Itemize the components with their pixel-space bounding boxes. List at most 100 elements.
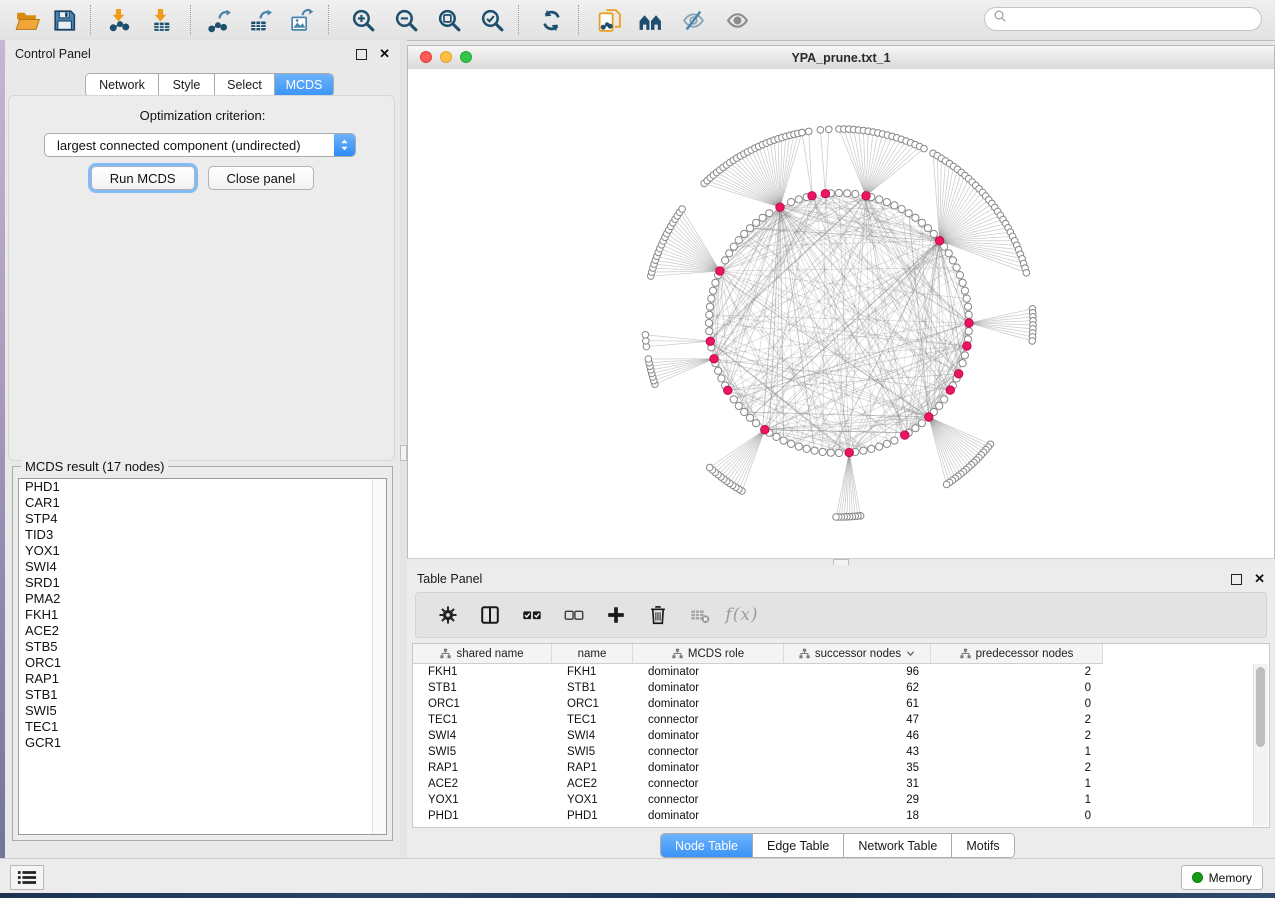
import-table-icon[interactable] [148,7,175,34]
column-header-MCDS-role[interactable]: MCDS role [633,644,784,664]
cell-name[interactable]: TEC1 [552,714,633,726]
mcds-result-node[interactable]: TID3 [19,527,386,543]
close-icon[interactable]: ✕ [1254,574,1265,584]
cell-name[interactable]: PHD1 [552,810,633,822]
mcds-result-node[interactable]: FKH1 [19,607,386,623]
mcds-result-node[interactable]: PMA2 [19,591,386,607]
mcds-hub-node[interactable] [901,431,909,439]
cell-name[interactable]: YOX1 [552,794,633,806]
mcds-result-node[interactable]: TEC1 [19,719,386,735]
cell-name[interactable]: SWI5 [552,746,633,758]
import-network-icon[interactable] [106,7,133,34]
cell-successor-nodes[interactable]: 96 [784,666,931,678]
column-header-name[interactable]: name [552,644,633,664]
cell-MCDS-role[interactable]: connector [633,714,784,726]
cell-shared-name[interactable]: SWI5 [413,746,552,758]
cell-successor-nodes[interactable]: 61 [784,698,931,710]
cell-MCDS-role[interactable]: connector [633,794,784,806]
cell-successor-nodes[interactable]: 29 [784,794,931,806]
zoom-out-icon[interactable] [393,7,420,34]
mcds-hub-node[interactable] [845,448,853,456]
first-neighbors-icon[interactable] [637,7,664,34]
memory-button[interactable]: Memory [1181,865,1263,890]
column-header-successor-nodes[interactable]: successor nodes [784,644,931,664]
table-row[interactable]: YOX1YOX1connector291 [413,792,1269,808]
close-window-icon[interactable] [420,51,432,63]
cell-predecessor-nodes[interactable]: 2 [931,666,1103,678]
cell-name[interactable]: FKH1 [552,666,633,678]
mcds-result-node[interactable]: SRD1 [19,575,386,591]
mcds-hub-node[interactable] [808,192,816,200]
column-header-shared-name[interactable]: shared name [413,644,552,664]
deselect-all-checkbox-icon[interactable] [562,603,586,627]
float-window-icon[interactable] [356,49,367,60]
mcds-result-node[interactable]: STP4 [19,511,386,527]
mcds-hub-node[interactable] [710,355,718,363]
tab-select[interactable]: Select [215,74,275,96]
result-list-scrollbar[interactable] [372,479,386,834]
export-table-icon[interactable] [247,7,274,34]
mcds-hub-node[interactable] [935,237,943,245]
mcds-hub-node[interactable] [963,342,971,350]
table-row[interactable]: ORC1ORC1dominator610 [413,696,1269,712]
mcds-hub-node[interactable] [862,192,870,200]
cell-MCDS-role[interactable]: dominator [633,762,784,774]
close-icon[interactable]: ✕ [379,49,390,59]
cell-predecessor-nodes[interactable]: 1 [931,778,1103,790]
cell-name[interactable]: STB1 [552,682,633,694]
mcds-result-node[interactable]: STB1 [19,687,386,703]
zoom-fit-icon[interactable] [436,7,463,34]
maximize-window-icon[interactable] [460,51,472,63]
cell-successor-nodes[interactable]: 46 [784,730,931,742]
mcds-result-node[interactable]: CAR1 [19,495,386,511]
table-scrollbar[interactable] [1253,664,1268,826]
mcds-result-node[interactable]: PHD1 [19,479,386,495]
cell-predecessor-nodes[interactable]: 1 [931,794,1103,806]
table-row[interactable]: RAP1RAP1dominator352 [413,760,1269,776]
open-file-icon[interactable] [14,7,41,34]
run-mcds-button[interactable]: Run MCDS [91,166,195,190]
mcds-hub-node[interactable] [965,319,973,327]
zoom-in-icon[interactable] [350,7,377,34]
mcds-hub-node[interactable] [946,386,954,394]
cell-MCDS-role[interactable]: dominator [633,810,784,822]
cell-successor-nodes[interactable]: 47 [784,714,931,726]
cell-successor-nodes[interactable]: 31 [784,778,931,790]
cell-predecessor-nodes[interactable]: 0 [931,682,1103,694]
mcds-hub-node[interactable] [955,370,963,378]
optimization-criterion-select[interactable]: largest connected component (undirected) [44,133,356,157]
cell-shared-name[interactable]: SWI4 [413,730,552,742]
hide-selected-icon[interactable] [680,7,707,34]
mcds-result-node[interactable]: ORC1 [19,655,386,671]
add-column-icon[interactable] [604,603,628,627]
cell-name[interactable]: ACE2 [552,778,633,790]
settings-gear-icon[interactable] [436,603,460,627]
mcds-result-node[interactable]: SWI5 [19,703,386,719]
split-panel-icon[interactable] [478,603,502,627]
float-window-icon[interactable] [1231,574,1242,585]
mcds-hub-node[interactable] [776,203,784,211]
cell-successor-nodes[interactable]: 18 [784,810,931,822]
cell-MCDS-role[interactable]: connector [633,778,784,790]
vertical-splitter[interactable] [400,40,407,858]
close-panel-button[interactable]: Close panel [208,166,315,190]
cell-MCDS-role[interactable]: connector [633,746,784,758]
tab-node-table[interactable]: Node Table [661,834,753,857]
mcds-result-node[interactable]: STB5 [19,639,386,655]
network-window-titlebar[interactable]: YPA_prune.txt_1 [408,46,1274,70]
mcds-result-node[interactable]: RAP1 [19,671,386,687]
network-graph[interactable] [408,69,1274,557]
mcds-hub-node[interactable] [925,413,933,421]
table-row[interactable]: PHD1PHD1dominator180 [413,808,1269,824]
cell-shared-name[interactable]: STB1 [413,682,552,694]
table-row[interactable]: SWI4SWI4dominator462 [413,728,1269,744]
refresh-icon[interactable] [538,7,565,34]
cell-predecessor-nodes[interactable]: 1 [931,746,1103,758]
cell-successor-nodes[interactable]: 35 [784,762,931,774]
table-row[interactable]: TEC1TEC1connector472 [413,712,1269,728]
cell-MCDS-role[interactable]: dominator [633,730,784,742]
table-row[interactable]: FKH1FKH1dominator962 [413,664,1269,680]
table-row[interactable]: STB1STB1dominator620 [413,680,1269,696]
mcds-result-node[interactable]: ACE2 [19,623,386,639]
task-history-button[interactable] [10,865,44,890]
